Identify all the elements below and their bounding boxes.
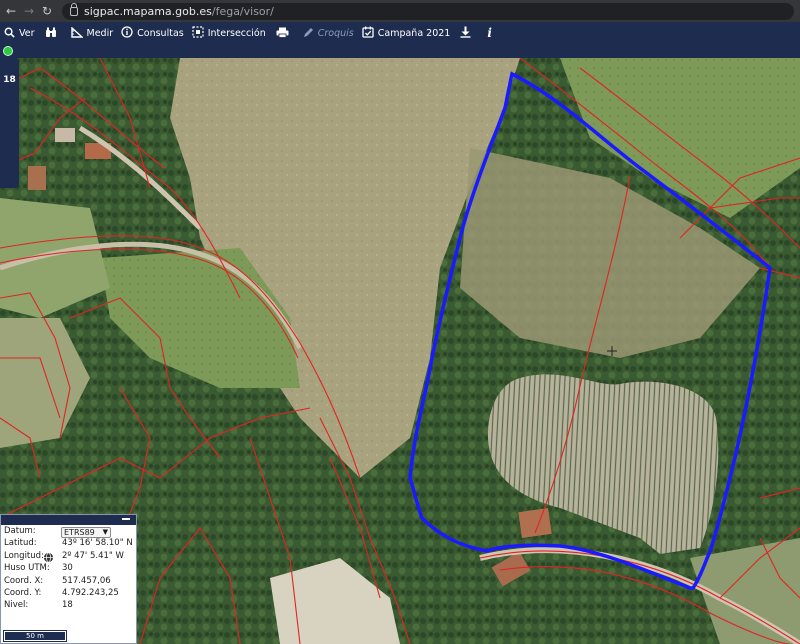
chevron-down-icon: ▼ [102, 528, 108, 536]
url-host: sigpac.mapama.gob.es [84, 4, 212, 18]
croquis-label: Croquis [317, 27, 354, 39]
zoom-level-value: 18 [3, 75, 16, 85]
binoculars-icon [45, 27, 57, 40]
interseccion-label: Intersección [207, 27, 266, 39]
consultas-label: Consultas [137, 27, 184, 39]
medir-button[interactable]: Medir [67, 22, 118, 44]
address-bar[interactable]: sigpac.mapama.gob.es/fega/visor/ [62, 2, 794, 20]
globe-icon [43, 552, 54, 563]
ver-button[interactable]: Ver [0, 22, 39, 44]
longitude-label: Longitud: [4, 550, 44, 561]
coordinates-panel-header [1, 515, 136, 525]
pencil-icon [303, 27, 314, 40]
datum-row: Datum: ETRS89 ▼ [1, 525, 136, 538]
print-icon [276, 27, 289, 40]
info-button[interactable]: i [481, 22, 502, 44]
reload-icon[interactable]: ↻ [40, 4, 54, 18]
latitude-label: Latitud: [4, 538, 37, 549]
croquis-button[interactable]: Croquis [299, 22, 358, 44]
coordinates-panel: Datum: ETRS89 ▼ Latitud: 43º 16' 58.10" … [0, 514, 137, 644]
medir-label: Medir [86, 27, 114, 39]
zoom-level-indicator[interactable]: 18 [0, 58, 19, 188]
longitude-row: Longitud: 2º 47' 5.41" W [1, 550, 136, 562]
coord-x-label: Coord. X: [4, 575, 44, 586]
latitude-value: 43º 16' 58.10" N [62, 538, 133, 549]
interseccion-button[interactable]: Intersección [188, 22, 270, 44]
ruler-icon [70, 25, 84, 40]
coord-y-label: Coord. Y: [4, 587, 42, 598]
campana-button[interactable]: Campaña 2021 [358, 22, 455, 44]
longitude-value: 2º 47' 5.41" W [62, 550, 124, 561]
url-path: /fega/visor/ [211, 4, 274, 18]
coord-x-row: Coord. X: 517.457,06 [1, 575, 136, 587]
coord-x-value: 517.457,06 [62, 575, 111, 586]
coord-y-value: 4.792.243,25 [62, 587, 119, 598]
intersection-icon [192, 26, 204, 40]
minimize-icon[interactable] [122, 518, 130, 520]
info-circle-icon [121, 26, 133, 40]
main-toolbar: Ver Medir Consultas Intersección Croquis [0, 22, 800, 44]
nivel-row: Nivel: 18 [1, 599, 136, 611]
huso-label: Huso UTM: [4, 563, 50, 574]
coord-y-row: Coord. Y: 4.792.243,25 [1, 587, 136, 599]
status-bar [0, 44, 800, 58]
lock-icon [70, 2, 78, 16]
nivel-label: Nivel: [4, 600, 29, 611]
huso-row: Huso UTM: 30 [1, 562, 136, 574]
ver-label: Ver [19, 27, 35, 39]
calendar-check-icon [362, 26, 374, 40]
binoculars-button[interactable] [39, 22, 67, 44]
datum-value: ETRS89 [64, 528, 95, 537]
info-icon: i [487, 26, 492, 40]
huso-value: 30 [62, 563, 73, 574]
search-icon [4, 27, 15, 40]
forward-arrow-icon[interactable]: → [22, 4, 36, 18]
browser-bar: ← → ↻ sigpac.mapama.gob.es/fega/visor/ [0, 0, 800, 22]
latitude-row: Latitud: 43º 16' 58.10" N [1, 537, 136, 549]
download-button[interactable] [454, 22, 481, 44]
datum-select[interactable]: ETRS89 ▼ [61, 527, 111, 538]
nivel-value: 18 [62, 600, 73, 611]
datum-label: Datum: [4, 526, 36, 536]
download-icon [460, 26, 471, 40]
campana-label: Campaña 2021 [377, 27, 451, 39]
scale-label: 50 m [26, 632, 44, 640]
consultas-button[interactable]: Consultas [117, 22, 188, 44]
status-indicator [3, 46, 13, 56]
scale-bar: 50 m [3, 630, 67, 642]
print-button[interactable] [270, 22, 299, 44]
back-arrow-icon[interactable]: ← [4, 4, 18, 18]
